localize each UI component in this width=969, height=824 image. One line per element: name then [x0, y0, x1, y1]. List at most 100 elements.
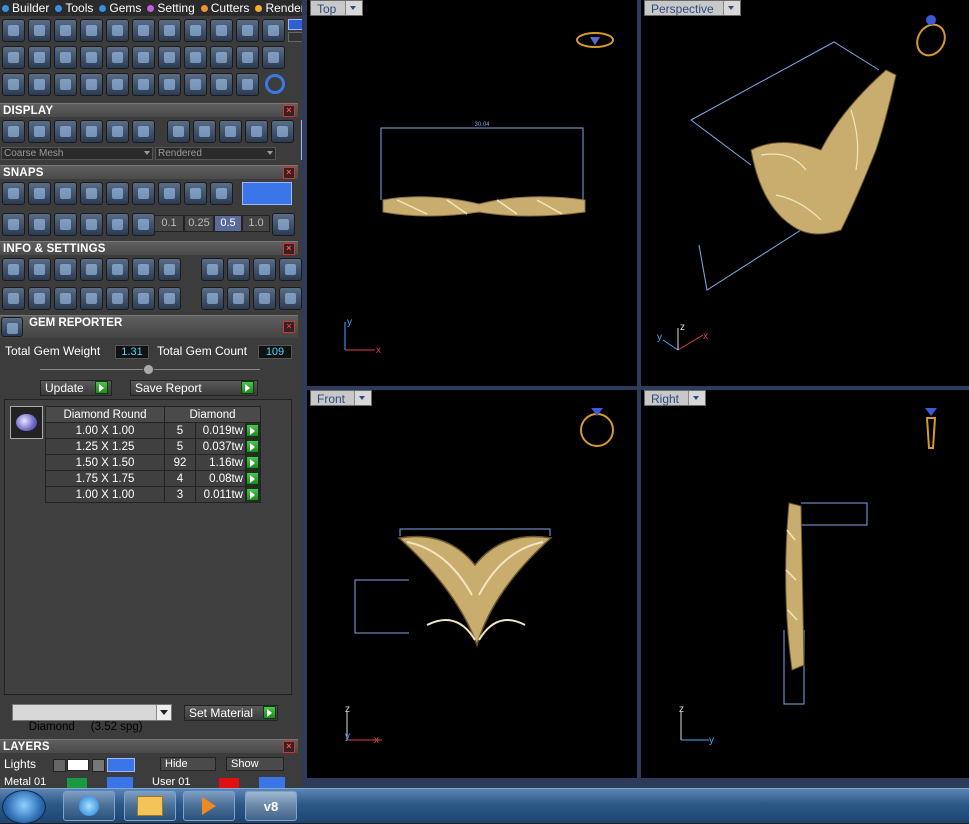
snaps-section-header[interactable]: SNAPS ×: [0, 165, 298, 179]
tool-icon[interactable]: [54, 258, 77, 281]
viewport-right[interactable]: Right y z: [641, 390, 969, 778]
mesh-mode-select[interactable]: Coarse Mesh: [1, 147, 153, 160]
snap-icon[interactable]: [106, 182, 129, 205]
tool-icon[interactable]: [106, 19, 129, 42]
tool-icon[interactable]: [184, 46, 207, 69]
tool-icon[interactable]: [201, 258, 224, 281]
row-action-button[interactable]: [245, 486, 261, 503]
info-settings-section-header[interactable]: INFO & SETTINGS ×: [0, 241, 298, 255]
tool-icon[interactable]: [132, 19, 155, 42]
tool-icon[interactable]: [227, 258, 250, 281]
tool-icon[interactable]: [132, 258, 155, 281]
tool-icon[interactable]: [2, 19, 25, 42]
viewport-top[interactable]: Top 30.04 x y: [307, 0, 637, 386]
matrix-taskbar-button[interactable]: v8: [245, 791, 297, 821]
viewport-front[interactable]: Front x z y: [307, 390, 637, 778]
tool-icon[interactable]: [54, 19, 77, 42]
tool-icon[interactable]: [2, 46, 25, 69]
sphere-icon[interactable]: [54, 120, 77, 143]
media-player-taskbar-button[interactable]: [183, 791, 235, 821]
lock-icon[interactable]: [92, 759, 105, 772]
save-report-button[interactable]: Save Report: [130, 380, 258, 396]
tool-icon[interactable]: [210, 73, 233, 96]
close-icon[interactable]: ×: [283, 741, 295, 753]
tool-icon[interactable]: [106, 258, 129, 281]
render-mode-select[interactable]: Rendered: [155, 147, 276, 160]
hide-button[interactable]: Hide: [160, 757, 216, 771]
row-action-button[interactable]: [245, 438, 261, 455]
layer-lights[interactable]: Lights Hide Show: [0, 757, 298, 772]
tool-icon[interactable]: [54, 213, 77, 236]
show-button[interactable]: Show: [226, 757, 284, 771]
cube-icon[interactable]: [54, 287, 77, 310]
menu-gems[interactable]: Gems: [99, 1, 141, 15]
snap-value-0-25[interactable]: 0.25: [184, 215, 214, 232]
explorer-taskbar-button[interactable]: [124, 791, 176, 821]
gem-shape-icon[interactable]: [10, 406, 43, 439]
layer-color-swatch[interactable]: [219, 778, 239, 788]
view-toggle-icon[interactable]: [288, 19, 302, 42]
snap-toggle-icon[interactable]: [242, 182, 292, 205]
snap-icon[interactable]: [158, 182, 181, 205]
sphere-icon[interactable]: [80, 120, 103, 143]
tool-icon[interactable]: [253, 258, 276, 281]
tool-icon[interactable]: [210, 46, 233, 69]
tool-icon[interactable]: [184, 19, 207, 42]
close-icon[interactable]: ×: [283, 105, 295, 117]
snap-icon[interactable]: [54, 182, 77, 205]
tool-icon[interactable]: [167, 120, 190, 143]
tool-icon[interactable]: [28, 73, 51, 96]
start-button[interactable]: [2, 790, 46, 824]
tool-icon[interactable]: [279, 258, 302, 281]
snap-icon[interactable]: [210, 182, 233, 205]
tool-icon[interactable]: [80, 19, 103, 42]
tool-icon[interactable]: [2, 287, 25, 310]
grid-snap-icon[interactable]: [272, 213, 295, 236]
tool-icon[interactable]: [158, 258, 181, 281]
tool-icon[interactable]: [106, 213, 129, 236]
tool-icon[interactable]: [80, 46, 103, 69]
row-action-button[interactable]: [245, 422, 261, 439]
layers-section-header[interactable]: LAYERS ×: [0, 739, 298, 753]
browser-taskbar-button[interactable]: [63, 791, 115, 821]
tool-icon[interactable]: [106, 120, 129, 143]
menu-cutters[interactable]: Cutters: [200, 1, 249, 15]
splitter-handle-icon[interactable]: [143, 364, 154, 375]
grid-icon[interactable]: [2, 213, 25, 236]
layer-color-swatch[interactable]: [67, 778, 87, 788]
close-icon[interactable]: ×: [283, 321, 295, 333]
tool-icon[interactable]: [80, 73, 103, 96]
tool-icon[interactable]: [193, 120, 216, 143]
tool-icon[interactable]: [2, 73, 25, 96]
filter-icon[interactable]: [106, 287, 129, 310]
menu-setting[interactable]: Setting: [147, 1, 195, 15]
tool-icon[interactable]: [253, 287, 276, 310]
snap-icon[interactable]: [132, 182, 155, 205]
snap-icon[interactable]: [28, 182, 51, 205]
viewport-perspective[interactable]: Perspective x y z: [641, 0, 969, 386]
tool-icon[interactable]: [236, 19, 259, 42]
cube-icon[interactable]: [28, 213, 51, 236]
snap-icon[interactable]: [80, 182, 103, 205]
layer-active-toggle[interactable]: [107, 758, 135, 772]
tool-icon[interactable]: [271, 120, 294, 143]
menu-render[interactable]: Render: [255, 1, 302, 15]
layer-active-toggle[interactable]: [107, 777, 133, 788]
tool-icon[interactable]: [227, 287, 250, 310]
tool-icon[interactable]: [158, 19, 181, 42]
tool-icon[interactable]: [210, 19, 233, 42]
play-icon[interactable]: [263, 706, 276, 719]
tool-icon[interactable]: [201, 287, 224, 310]
tool-icon[interactable]: [132, 46, 155, 69]
row-action-button[interactable]: [245, 470, 261, 487]
tool-icon[interactable]: [262, 46, 285, 69]
wireframe-icon[interactable]: [2, 120, 25, 143]
snap-icon[interactable]: [184, 182, 207, 205]
tool-icon[interactable]: [80, 258, 103, 281]
layer-metal[interactable]: Metal 01 User 01: [0, 776, 298, 788]
tool-icon[interactable]: [158, 46, 181, 69]
close-icon[interactable]: ×: [283, 167, 295, 179]
close-icon[interactable]: ×: [283, 243, 295, 255]
tool-icon[interactable]: [54, 46, 77, 69]
material-select[interactable]: Diamond (3.52 spg): [12, 704, 172, 733]
